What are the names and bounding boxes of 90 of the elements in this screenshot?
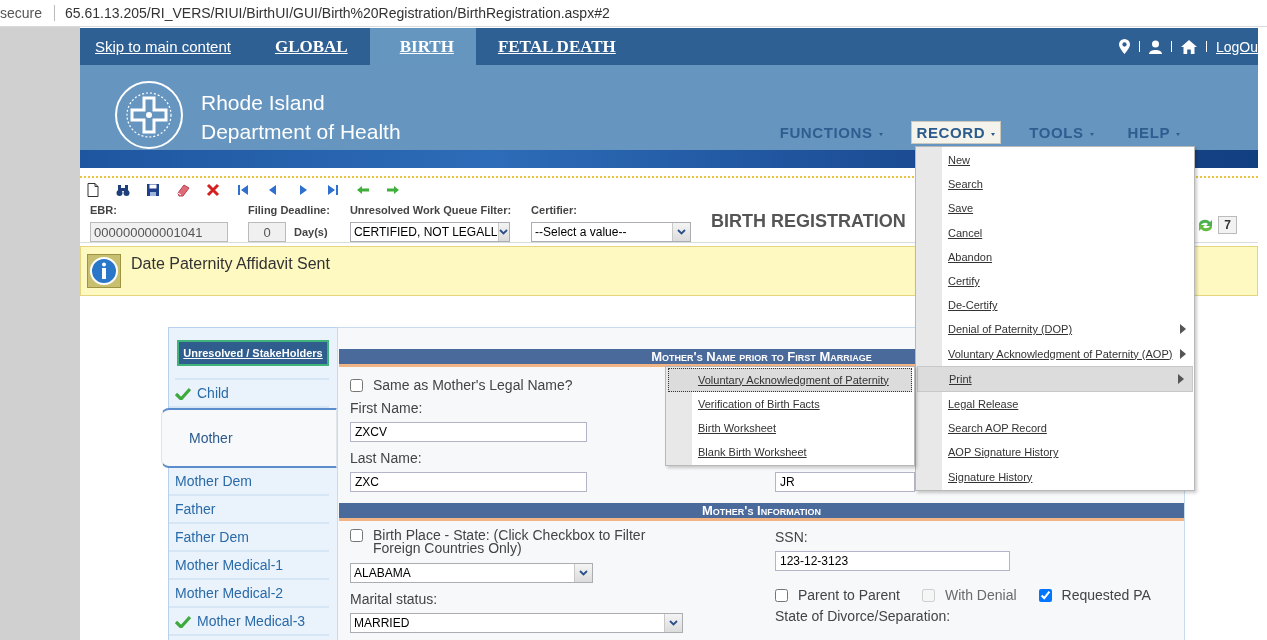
menu-item[interactable]: Search AOP Record (916, 416, 1194, 441)
skip-back-icon[interactable] (236, 183, 250, 197)
text-field[interactable]: ZXCV (350, 422, 587, 442)
menu-item[interactable]: Certify (916, 268, 1194, 294)
dropdown-select[interactable]: CERTIFIED, NOT LEGALL (349, 222, 510, 242)
binoculars-icon[interactable] (116, 183, 130, 197)
count-badge: 7 (1218, 216, 1237, 234)
submenu-item[interactable]: Birth Worksheet (666, 415, 914, 440)
menu-item[interactable]: Abandon (916, 244, 1194, 269)
menu-item[interactable]: Cancel (916, 220, 1194, 245)
logout-link[interactable]: LogOu (1215, 38, 1258, 55)
field-label: Filing Deadline: (248, 204, 330, 217)
chevron-icon (677, 229, 687, 235)
sidebar-item[interactable]: Mother Medical-1 (169, 552, 329, 580)
skip-forward-icon[interactable] (326, 183, 340, 197)
menu-item[interactable]: Signature History (916, 464, 1194, 489)
text-field[interactable]: ZXC (350, 472, 587, 492)
organization-name: Rhode Island (201, 90, 326, 116)
unit-label: Day(s) (294, 226, 328, 238)
checkbox[interactable] (1038, 589, 1052, 602)
menu-item[interactable]: Denial of Paternity (DOP) (916, 317, 1194, 342)
dropdown-select[interactable]: ALABAMA (350, 563, 593, 583)
organization-name: Department of Health (201, 119, 401, 145)
nav-tab[interactable]: GLOBAL (252, 28, 370, 65)
field-label: Unresolved Work Queue Filter: (349, 204, 512, 217)
caret-icon (1089, 133, 1094, 136)
dropdown-select[interactable]: --Select a value-- (531, 222, 692, 242)
field-label: Marital status: (350, 591, 438, 607)
submenu-item[interactable]: Blank Birth Worksheet (666, 439, 914, 464)
checkbox-label: With Denial (944, 589, 1017, 602)
checkbox[interactable] (775, 589, 788, 602)
sidebar-item[interactable]: Mother Medical-3 (169, 608, 329, 636)
field-label: EBR: (90, 204, 118, 217)
refresh-icon[interactable] (1197, 217, 1215, 233)
text-field[interactable]: 0 (248, 222, 286, 242)
x-mark-icon[interactable] (206, 183, 220, 197)
menu-item[interactable]: De-Certify (916, 293, 1194, 318)
skip-link[interactable]: Skip to main content (95, 38, 231, 55)
checkbox-label: Birth Place - State: (Click Checkbox to Filter Foreign Countries Only) (373, 529, 647, 555)
sidebar-item[interactable]: Father Dem (169, 524, 329, 552)
submenu-item[interactable]: Voluntary Acknowledgment of Paternity (668, 367, 912, 392)
field-label: Certifier: (531, 204, 578, 217)
sidebar-item[interactable]: Father (169, 496, 329, 524)
field-label: First Name: (350, 400, 423, 416)
sidebar-item[interactable]: Mother Medical-2 (169, 580, 329, 608)
map-pin-icon[interactable] (1118, 39, 1130, 54)
chevron-icon (579, 570, 588, 576)
chevron-icon (499, 229, 509, 235)
chevron-icon (669, 620, 678, 626)
security-label: secure (0, 5, 43, 21)
eraser-icon[interactable] (176, 183, 190, 197)
arrow-left-icon[interactable] (356, 183, 370, 197)
url-text[interactable]: 65.61.13.205/RI_VERS/RIUI/BirthUI/GUI/Birth%20Registration/BirthRegistration.aspx#2 (65, 5, 610, 21)
menu-item[interactable]: New (916, 148, 1194, 173)
page-title: BIRTH REGISTRATION (711, 211, 906, 232)
field-label: State of Divorce/Separation: (775, 608, 951, 624)
text-field[interactable]: 000000000001041 (90, 222, 228, 242)
section-header: Mother's Information (339, 503, 1184, 521)
text-field[interactable]: 123-12-3123 (775, 551, 1010, 571)
checkbox-label: Requested PA (1061, 589, 1151, 602)
checkbox[interactable] (350, 529, 363, 542)
info-icon (87, 254, 121, 288)
checkbox[interactable] (350, 379, 363, 392)
nav-tab[interactable]: FETAL DEATH (475, 28, 638, 65)
arrow-right-icon[interactable] (386, 183, 400, 197)
user-icon[interactable] (1148, 39, 1162, 54)
seal-logo (114, 80, 184, 150)
caret-icon (1176, 133, 1180, 136)
home-icon[interactable] (1180, 39, 1197, 54)
menu-item[interactable]: Save (916, 196, 1194, 221)
sidebar-item[interactable]: Mother Dem (169, 468, 329, 496)
dropdown-select[interactable]: MARRIED (350, 613, 683, 633)
document-icon[interactable] (86, 183, 100, 197)
submenu-item[interactable]: Verification of Birth Facts (666, 391, 914, 416)
save-icon[interactable] (146, 183, 160, 197)
info-message: Date Paternity Affidavit Sent (131, 255, 330, 273)
caret-icon (878, 133, 883, 136)
field-label: Last Name: (350, 450, 422, 466)
checkbox-label: Parent to Parent (798, 589, 900, 602)
menu-item[interactable]: Print (917, 365, 1193, 392)
menu-item[interactable]: Legal Release (916, 391, 1194, 417)
menu-button[interactable]: RECORD (910, 121, 1002, 144)
checkbox-label: Same as Mother's Legal Name? (373, 379, 573, 392)
menu-item[interactable]: Search (916, 172, 1194, 197)
stakeholders-button[interactable]: Unresolved / StakeHolders (177, 340, 329, 366)
text-field[interactable]: JR (775, 472, 915, 492)
sidebar-item[interactable]: Mother (161, 408, 337, 468)
menu-item[interactable]: AOP Signature History (916, 440, 1194, 465)
field-label: SSN: (775, 529, 808, 545)
caret-icon (991, 133, 996, 136)
